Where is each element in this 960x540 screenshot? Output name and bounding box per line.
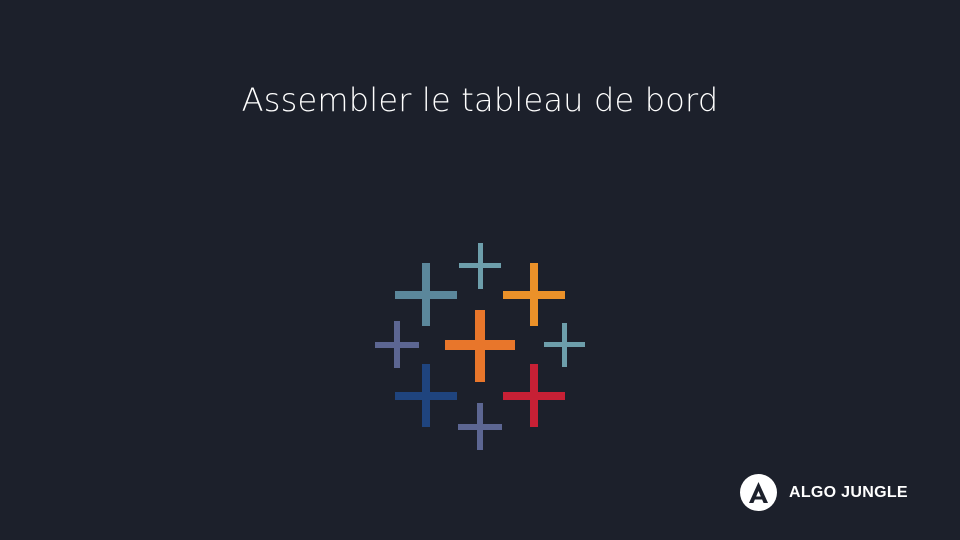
brand-logo: ALGO JUNGLE <box>740 474 908 511</box>
cross-top-left <box>395 263 457 326</box>
cross-top <box>459 243 501 289</box>
cross-center <box>445 310 515 382</box>
cross-top-right <box>503 263 565 326</box>
cross-bottom-left <box>395 364 457 427</box>
cross-right <box>544 323 585 367</box>
algo-jungle-icon <box>740 474 777 511</box>
cross-bottom <box>458 403 502 450</box>
slide: Assembler le tableau de bord ALGO JUNGLE <box>0 0 960 540</box>
cross-bottom-right <box>503 364 565 427</box>
tableau-logo-icon <box>375 243 585 450</box>
brand-name: ALGO JUNGLE <box>789 483 908 501</box>
cross-left <box>375 321 419 368</box>
